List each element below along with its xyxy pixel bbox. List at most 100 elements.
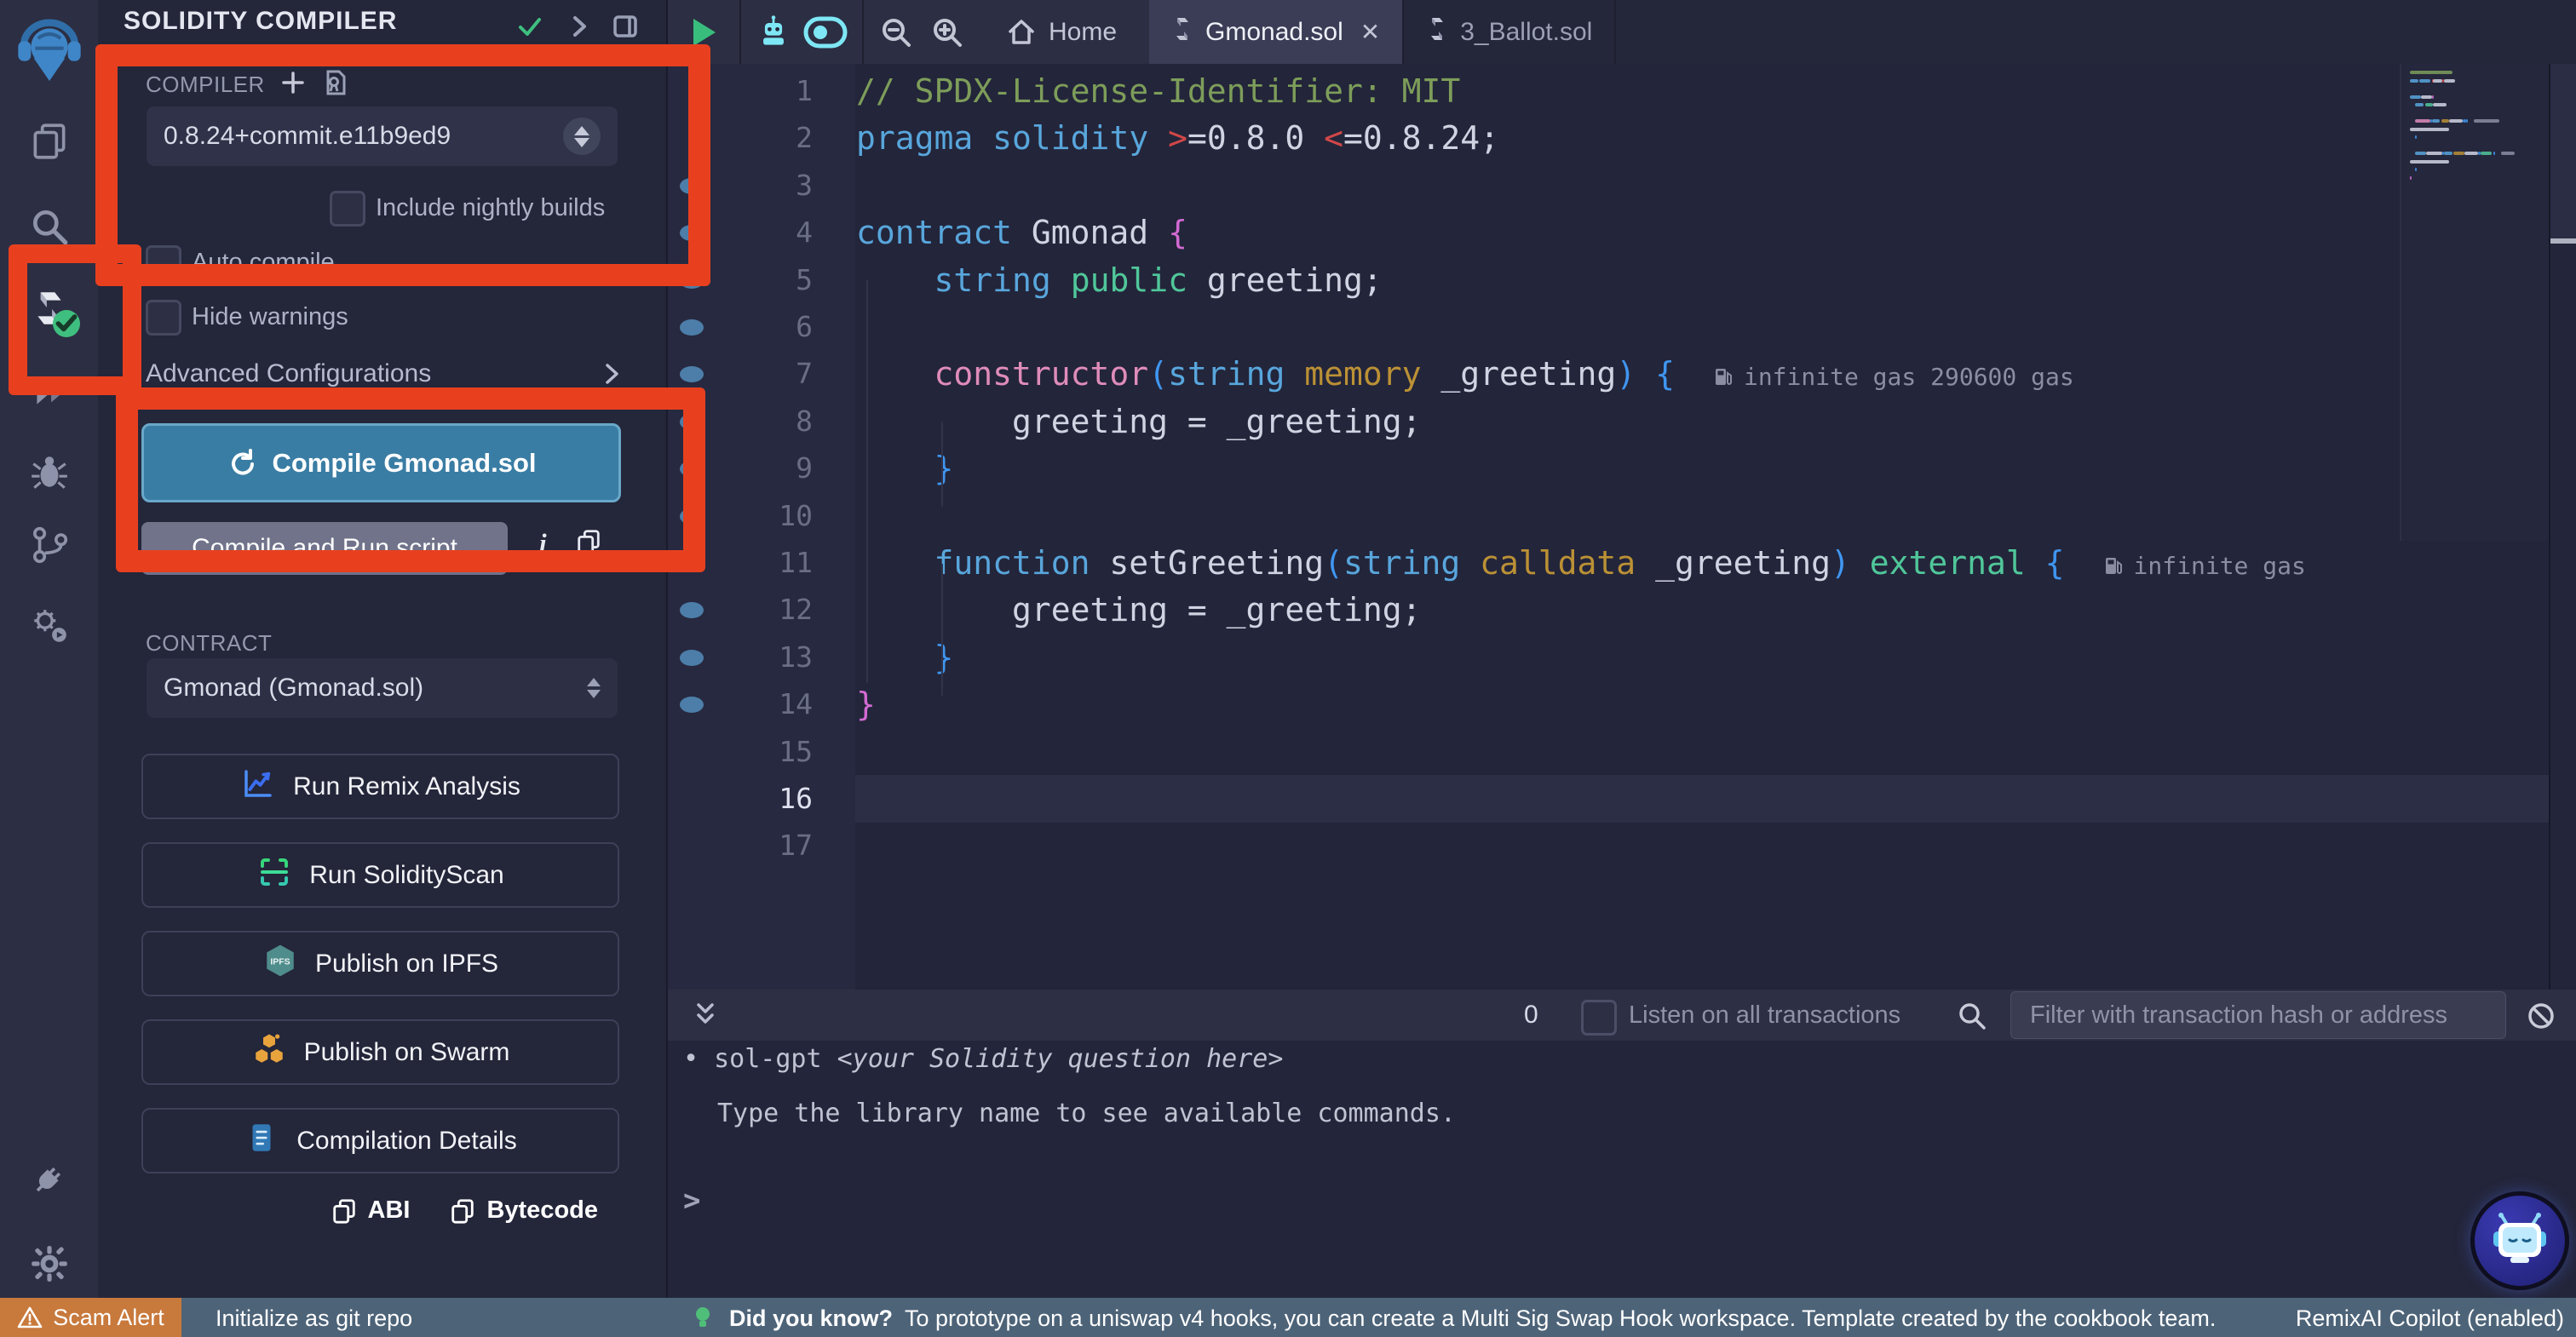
minimap-line [2415, 152, 2426, 155]
compile-success-check-icon [515, 12, 544, 41]
compile-and-run-button[interactable]: Compile and Run script [141, 522, 508, 575]
copy-script-icon[interactable] [575, 528, 602, 559]
include-nightly-checkbox[interactable] [330, 191, 365, 227]
details-icon [244, 1120, 279, 1162]
breakpoint-dot[interactable] [680, 319, 704, 336]
solidity-file-icon [1171, 16, 1193, 49]
code-line-5: string public greeting; [856, 256, 1383, 304]
minimap-line [2415, 135, 2417, 139]
bytecode-label: Bytecode [486, 1196, 598, 1225]
sidebar-icon-deploy-run[interactable] [26, 368, 73, 416]
compiler-version-select[interactable]: 0.8.24+commit.e11b9ed9 [147, 106, 618, 166]
expand-terminal-icon[interactable] [690, 1000, 721, 1035]
listen-all-transactions-label: Listen on all transactions [1629, 1001, 1900, 1030]
init-git-repo-button[interactable]: Initialize as git repo [216, 1305, 412, 1332]
sidebar-icon-search[interactable] [26, 203, 73, 250]
line-number: 1 [668, 67, 818, 115]
refresh-icon [226, 448, 256, 479]
scam-alert-button[interactable]: Scam Alert [0, 1298, 181, 1337]
hide-warnings-label: Hide warnings [192, 303, 348, 331]
sidebar-icon-plug[interactable] [26, 1155, 73, 1202]
solidity-file-icon [1426, 16, 1448, 49]
terminal-output[interactable]: • sol-gpt <your Solidity question here> … [668, 1041, 2576, 1298]
remix-logo[interactable] [15, 17, 83, 85]
include-nightly-label: Include nightly builds [376, 194, 605, 222]
compile-button[interactable]: Compile Gmonad.sol [141, 423, 621, 502]
breakpoint-dot[interactable] [680, 555, 704, 571]
advanced-chevron-icon[interactable] [599, 361, 624, 387]
sidebar-icon-debugger[interactable] [26, 449, 73, 496]
minimap-line [2449, 119, 2463, 123]
did-you-know-label: Did you know? [729, 1305, 893, 1332]
line-number: 17 [668, 822, 818, 869]
tab-home[interactable]: Home [976, 0, 1147, 64]
copilot-status[interactable]: RemixAI Copilot (enabled) [2296, 1305, 2564, 1332]
scrollbar-slider[interactable] [2550, 64, 2576, 238]
minimap-line [2444, 79, 2455, 83]
breakpoint-dot[interactable] [680, 508, 704, 525]
editor-scrollbar[interactable] [2549, 64, 2576, 1053]
sidebar-icon-settings[interactable] [26, 1240, 73, 1288]
zoom-out-icon[interactable] [872, 0, 920, 64]
sidebar-icon-solidity-compiler[interactable] [26, 284, 73, 332]
clear-console-ban-icon[interactable] [2525, 1000, 2557, 1036]
minimap-line [2493, 152, 2495, 155]
run-solidityscan-button[interactable]: Run SolidityScan [141, 842, 619, 908]
close-tab-icon[interactable]: ✕ [1360, 18, 1380, 46]
transaction-filter-input[interactable] [2010, 991, 2506, 1039]
line-number: 2 [668, 114, 818, 162]
breakpoint-dot[interactable] [680, 414, 704, 430]
terminal-search-icon[interactable] [1956, 1000, 1988, 1036]
sidebar-icon-git[interactable] [26, 521, 73, 569]
listen-all-transactions-checkbox[interactable] [1581, 1000, 1617, 1036]
breakpoint-dot[interactable] [680, 273, 704, 289]
pin-panel-icon[interactable] [611, 12, 640, 41]
code-editor[interactable]: 1234567891011121314151617 // SPDX-Licens… [668, 64, 2576, 1053]
panel-title: SOLIDITY COMPILER [124, 7, 397, 36]
publish-on-ipfs-button[interactable]: IPFSPublish on IPFS [141, 931, 619, 996]
side-panel-solidity-compiler: SOLIDITY COMPILER COMPILER 0.8.24+commit… [98, 0, 666, 1298]
copy-bytecode-button[interactable]: Bytecode [449, 1196, 598, 1225]
sidebar-icon-file-explorer[interactable] [26, 118, 73, 165]
main-area: Home Gmonad.sol✕3_Ballot.sol 12345678910… [666, 0, 2576, 1298]
terminal-prompt[interactable]: > [683, 1184, 700, 1218]
remixai-assistant-button[interactable] [2470, 1191, 2569, 1290]
indent-guide [941, 422, 943, 507]
chart-icon [240, 766, 276, 808]
activity-bar [0, 0, 100, 1298]
chevron-right-icon[interactable] [565, 12, 594, 41]
tab-gmonad-sol[interactable]: Gmonad.sol✕ [1149, 0, 1404, 64]
auto-compile-checkbox[interactable] [146, 245, 181, 281]
minimap-line [2410, 160, 2449, 164]
hide-warnings-checkbox[interactable] [146, 300, 181, 336]
compiler-license-icon[interactable] [321, 68, 350, 97]
advanced-configurations-toggle[interactable]: Advanced Configurations [146, 359, 431, 388]
status-bar: Scam Alert Initialize as git repo Did yo… [0, 1298, 2576, 1337]
minimap-line [2444, 152, 2452, 155]
code-line-2: pragma solidity >=0.8.0 <=0.8.24; [856, 114, 1499, 162]
copy-abi-button[interactable]: ABI [331, 1196, 411, 1225]
add-compiler-icon[interactable] [279, 68, 308, 97]
breakpoint-dot[interactable] [680, 178, 704, 194]
terminal-header: 0 Listen on all transactions [668, 990, 2576, 1041]
warning-triangle-icon [17, 1305, 43, 1329]
auto-compile-label: Auto compile [192, 249, 335, 277]
minimap-line [2432, 95, 2434, 99]
contract-select[interactable]: Gmonad (Gmonad.sol) [147, 658, 618, 718]
copy-icon [331, 1197, 358, 1225]
remixai-robot-icon[interactable] [750, 0, 797, 64]
compilation-details-button[interactable]: Compilation Details [141, 1108, 619, 1173]
copilot-toggle-icon[interactable] [799, 0, 852, 64]
minimap-line [2466, 119, 2468, 123]
tab-bar: Home Gmonad.sol✕3_Ballot.sol [668, 0, 2576, 64]
publish-on-swarm-button[interactable]: Publish on Swarm [141, 1019, 619, 1085]
sidebar-icon-plugin-manager[interactable] [26, 601, 73, 649]
info-icon[interactable]: i [539, 528, 547, 559]
editor-minimap[interactable] [2400, 64, 2550, 541]
run-script-play-button[interactable] [676, 0, 733, 64]
scam-alert-label: Scam Alert [53, 1305, 164, 1331]
tab-3-ballot-sol[interactable]: 3_Ballot.sol [1404, 0, 1616, 64]
zoom-in-icon[interactable] [923, 0, 971, 64]
run-remix-analysis-button[interactable]: Run Remix Analysis [141, 754, 619, 819]
breakpoint-dot[interactable] [680, 650, 704, 666]
